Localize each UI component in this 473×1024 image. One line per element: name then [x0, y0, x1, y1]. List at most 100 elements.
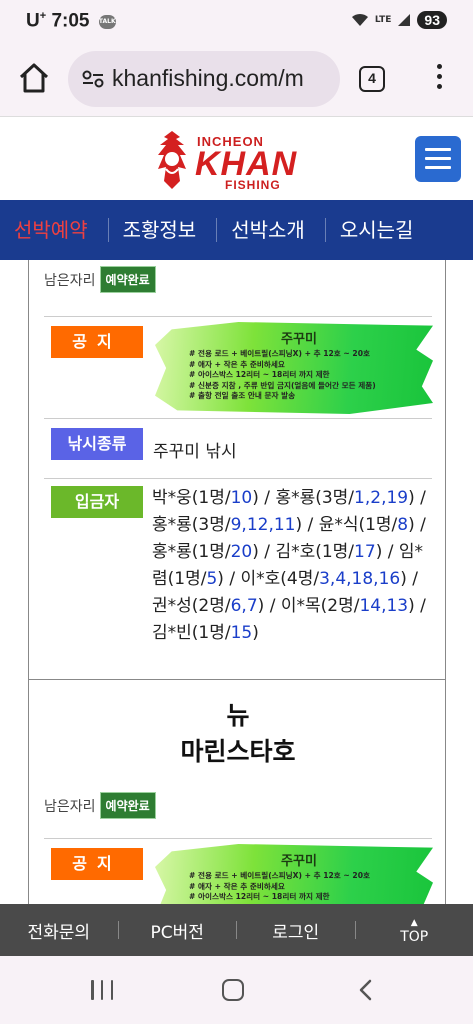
depositor-name: 김*호(1명/ — [275, 542, 355, 562]
logo-text-bottom: FISHING — [225, 178, 281, 192]
remaining-seats-label: 남은자리 — [44, 798, 96, 815]
notice-line: # 출항 전일 출조 안내 문자 발송 — [189, 391, 296, 400]
depositor-name: 박*웅(1명/ — [152, 488, 231, 508]
remaining-seats: 남은자리 예약완료 — [44, 792, 156, 819]
depositor-name: 이*목(2명/ — [280, 596, 360, 616]
depositor-entry: 홍*룡(3명/1,2,19) — [275, 488, 415, 508]
browser-toolbar: khanfishing.com/m 4 — [0, 44, 473, 116]
nav-item-boat-intro[interactable]: 선박소개 — [217, 218, 326, 242]
seat-numbers: 5 — [206, 569, 218, 589]
ship-name-line2: 마린스타호 — [180, 737, 296, 766]
depositor-entry: 김*빈(1명/15) — [152, 623, 259, 643]
reservation-status-badge: 예약완료 — [99, 792, 156, 819]
divider — [44, 838, 432, 839]
site-settings-icon[interactable] — [82, 70, 104, 88]
depositor-entry: 홍*룡(1명/20) — [152, 542, 259, 562]
seat-numbers: 20 — [230, 542, 253, 562]
status-time-area: U+ 7:05 TALK — [26, 10, 116, 32]
seat-numbers: 3,4,18,16 — [319, 569, 401, 589]
notice-banner: 주꾸미 # 전용 로드 + 베이트릴(스피닝X) + 추 12호 ~ 20호 #… — [155, 322, 433, 414]
site-logo[interactable]: INCHEON KHAN FISHING — [150, 125, 315, 195]
address-bar[interactable]: khanfishing.com/m — [68, 51, 340, 107]
url-text[interactable]: khanfishing.com/m — [112, 65, 304, 92]
carrier-sup: + — [39, 10, 47, 22]
notice-line: # 전용 로드 + 베이트릴(스피닝X) + 추 12호 ~ 20호 — [189, 871, 370, 880]
home-button-icon[interactable] — [222, 979, 244, 1001]
reservation-status-badge: 예약완료 — [99, 266, 156, 293]
recent-apps-icon[interactable] — [91, 980, 113, 1000]
depositor-entry: 권*성(2명/6,7) — [152, 596, 265, 616]
notice-label: 공지 — [51, 848, 143, 880]
depositor-entry: 김*호(1명/17) — [275, 542, 383, 562]
nav-item-boat-reservation[interactable]: 선박예약 — [0, 218, 109, 242]
status-icons: LTE 93 — [351, 11, 447, 29]
notice-line: # 전용 로드 + 베이트릴(스피닝X) + 추 12호 ~ 20호 — [189, 349, 370, 358]
seat-numbers: 10 — [230, 488, 253, 508]
warrior-logo-icon — [158, 131, 186, 189]
nav-item-directions[interactable]: 오시는길 — [326, 218, 434, 242]
tab-switcher-button[interactable]: 4 — [359, 66, 385, 92]
reservation-card: 남은자리 예약완료 공지 주꾸미 # 전용 로드 + 베이트릴(스피닝X) + … — [28, 260, 446, 680]
notice-title: 주꾸미 — [281, 854, 317, 869]
seat-numbers: 15 — [230, 623, 253, 643]
depositor-entry: 이*호(4명/3,4,18,16) — [240, 569, 407, 589]
depositor-entry: 윤*식(1명/8) — [318, 515, 415, 535]
pc-version-button[interactable]: PC버전 — [119, 918, 237, 943]
seat-numbers: 1,2,19 — [354, 488, 409, 508]
bottom-toolbar: 전화문의 PC버전 로그인 ▲ TOP — [0, 904, 473, 956]
depositor-entry: 박*웅(1명/10) — [152, 488, 259, 508]
notice-line: # 신분증 지참 , 주류 반입 금지(얼음에 들어간 모든 제품) — [189, 380, 376, 390]
fishing-type-label: 낚시종류 — [51, 428, 143, 460]
notice-line: # 애자 + 작은 추 준비하세요 — [189, 359, 285, 369]
home-icon[interactable] — [16, 60, 52, 96]
nav-item-catch-report[interactable]: 조황정보 — [109, 218, 218, 242]
seat-numbers: 6,7 — [230, 596, 258, 616]
depositor-name: 김*빈(1명/ — [152, 623, 231, 643]
more-menu-icon[interactable] — [430, 64, 448, 96]
seat-numbers: 14,13 — [359, 596, 409, 616]
depositor-name: 윤*식(1명/ — [318, 515, 398, 535]
carrier-label: U — [26, 10, 40, 32]
main-nav: 선박예약 조황정보 선박소개 오시는길 — [0, 200, 473, 260]
battery-indicator: 93 — [417, 11, 447, 29]
ship-name-line1: 뉴 — [226, 701, 250, 730]
top-label: TOP — [400, 929, 429, 945]
notice-title: 주꾸미 — [281, 332, 317, 347]
depositor-name: 이*호(4명/ — [240, 569, 320, 589]
clock: 7:05 — [51, 10, 90, 32]
network-label: LTE — [374, 14, 392, 25]
arrow-up-icon: ▲ — [410, 918, 418, 928]
divider — [44, 478, 432, 479]
scroll-top-button[interactable]: ▲ TOP — [356, 916, 473, 944]
seat-numbers: 8 — [397, 515, 409, 535]
phone-inquiry-button[interactable]: 전화문의 — [0, 918, 118, 943]
divider — [44, 316, 432, 317]
talk-icon: TALK — [98, 15, 116, 30]
status-bar: U+ 7:05 TALK LTE 93 — [0, 0, 473, 44]
divider — [44, 418, 432, 419]
reservation-list: 남은자리 예약완료 공지 주꾸미 # 전용 로드 + 베이트릴(스피닝X) + … — [0, 260, 473, 904]
depositor-name: 홍*룡(1명/ — [152, 542, 231, 562]
depositor-label: 입금자 — [51, 486, 143, 518]
remaining-seats: 남은자리 예약완료 — [44, 266, 156, 293]
system-navigation-bar — [0, 956, 473, 1024]
notice-line: # 아이스박스 12리터 ~ 18리터 까지 제한 — [189, 370, 330, 379]
depositor-name: 홍*룡(3명/ — [275, 488, 355, 508]
seat-numbers: 17 — [354, 542, 376, 562]
depositor-name: 권*성(2명/ — [152, 596, 231, 616]
notice-banner: 주꾸미 # 전용 로드 + 베이트릴(스피닝X) + 추 12호 ~ 20호 #… — [155, 844, 433, 904]
remaining-seats-label: 남은자리 — [44, 272, 96, 289]
back-icon[interactable] — [355, 979, 377, 1001]
hamburger-menu-button[interactable] — [415, 136, 461, 182]
fishing-type-value: 주꾸미 낚시 — [153, 442, 237, 462]
login-button[interactable]: 로그인 — [237, 918, 355, 943]
reservation-card: 뉴 마린스타호 남은자리 예약완료 공지 주꾸미 # 전용 로드 + 베이트릴(… — [28, 680, 446, 904]
notice-line: # 아이스박스 12리터 ~ 18리터 까지 제한 — [189, 892, 330, 901]
site-header: INCHEON KHAN FISHING — [0, 116, 473, 200]
signal-icon — [398, 14, 411, 26]
seat-numbers: 9,12,11 — [230, 515, 296, 535]
notice-label: 공지 — [51, 326, 143, 358]
notice-line: # 애자 + 작은 추 준비하세요 — [189, 881, 285, 891]
depositor-list: 박*웅(1명/10) / 홍*룡(3명/1,2,19) / 홍*룡(3명/9,1… — [152, 488, 426, 643]
depositor-entry: 이*목(2명/14,13) — [280, 596, 415, 616]
